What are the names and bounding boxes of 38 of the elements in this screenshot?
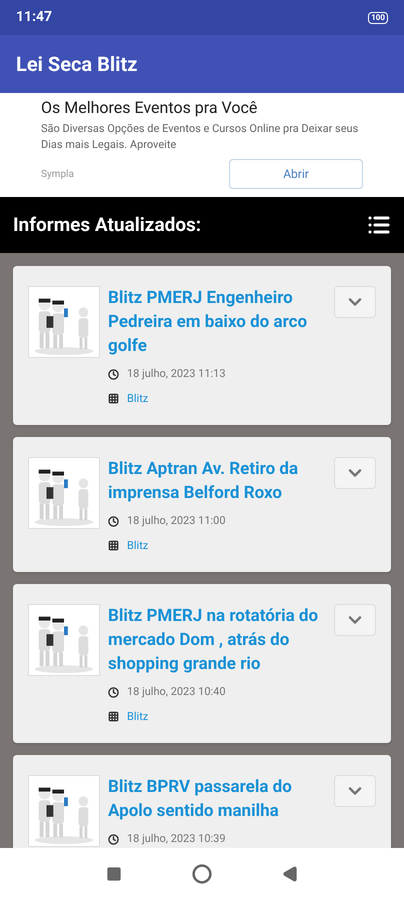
category-link[interactable]: Blitz [127,708,148,725]
back-icon[interactable] [282,866,298,882]
category-link[interactable]: Blitz [127,538,148,554]
expand-button[interactable] [334,286,376,318]
ad-advertiser: Sympla [41,168,74,182]
post-card[interactable]: Blitz Aptran Av. Retiro da imprensa Belford Roxo 18 julho, 2023 11:00 Blitz [13,437,391,572]
expand-button[interactable] [334,604,376,636]
app-title: Lei Seca Blitz [16,51,138,78]
post-card[interactable]: Blitz PMERJ Engenheiro Pedreira em baixo do arco golfe 18 julho, 2023 11:13 Blitz [13,266,391,425]
post-title[interactable]: Blitz PMERJ Engenheiro Pedreira em baixo do arco golfe [108,286,326,358]
clock-icon [108,834,119,845]
category-link[interactable]: Blitz [127,390,148,407]
home-icon[interactable] [192,864,212,884]
recent-apps-icon[interactable] [106,866,122,882]
post-title[interactable]: Blitz BPRV passarela do Apolo sentido manilha [108,775,326,823]
ad-headline: Os Melhores Eventos pra Você [41,97,258,119]
grid-icon [108,540,119,552]
ad-banner[interactable]: Os Melhores Eventos pra Você São Diversas Opções de Eventos e Cursos Online pra Deixar seus Dias mais Legais. Aproveite Sympla Abrir [0,93,404,197]
post-date: 18 julho, 2023 11:13 [127,366,226,382]
grid-icon [108,393,119,404]
clock-icon [108,686,119,698]
post-title[interactable]: Blitz Aptran Av. Retiro da imprensa Belford Roxo [108,457,326,505]
post-card[interactable]: Blitz PMERJ na rotatória do mercado Dom , atrás do shopping grande rio 18 julho, 2023 10:40 Blitz [13,584,391,743]
post-date: 18 julho, 2023 10:39 [127,831,226,847]
expand-button[interactable] [334,775,376,807]
open-button[interactable]: Abrir [229,159,363,189]
grid-icon [108,711,119,722]
ad-text: São Diversas Opções de Eventos e Cursos Online pra Deixar seus Dias mais Legais. Aproveite [41,121,360,153]
clock-icon [108,368,119,380]
battery-indicator: 100 [368,12,388,24]
post-date: 18 julho, 2023 11:00 [127,513,226,529]
post-title[interactable]: Blitz PMERJ na rotatória do mercado Dom , atrás do shopping grande rio [108,604,326,676]
section-title: Informes Atualizados: [13,212,202,238]
post-date: 18 julho, 2023 10:40 [127,684,226,700]
expand-button[interactable] [334,457,376,489]
post-card[interactable]: Blitz BPRV passarela do Apolo sentido manilha 18 julho, 2023 10:39 [13,755,391,848]
status-time: 11:47 [16,8,52,27]
clock-icon [108,516,119,527]
